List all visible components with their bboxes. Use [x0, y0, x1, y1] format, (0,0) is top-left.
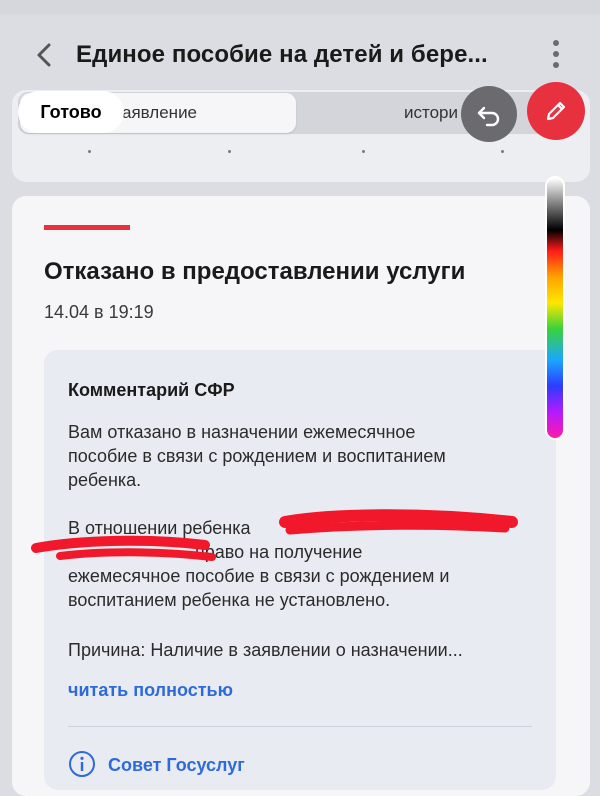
scroll-dot [362, 150, 365, 153]
comment-line: ребенка. [68, 470, 142, 490]
comment-line: Вам отказано в назначении ежемесячное [68, 422, 416, 442]
more-vertical-icon[interactable] [548, 40, 564, 74]
tip-link[interactable]: Совет Госуслуг [108, 755, 245, 776]
comment-line: пособие в связи с рождением и воспитание… [68, 446, 446, 466]
pen-tool-button[interactable] [527, 82, 585, 140]
scroll-dot [88, 150, 91, 153]
comment-line: право на получение [195, 542, 363, 562]
status-accent-bar [44, 225, 130, 230]
page-title: Единое пособие на детей и бере... [76, 41, 488, 68]
status-date: 14.04 в 19:19 [44, 302, 154, 322]
comment-line: В отношении ребенка [68, 518, 251, 538]
chevron-left-icon[interactable] [30, 40, 60, 70]
scroll-dot [501, 150, 504, 153]
pencil-icon [546, 101, 566, 121]
color-palette-slider[interactable] [545, 176, 565, 440]
tab-application-label[interactable]: аявление [122, 103, 197, 123]
comment-title: Комментарий СФР [68, 380, 235, 400]
status-title: Отказано в предоставлении услуги [44, 258, 466, 285]
comment-line: ежемесячное пособие в связи с рождением … [68, 566, 450, 586]
header: Единое пособие на детей и бере... [0, 22, 600, 92]
undo-icon [477, 106, 500, 127]
divider [68, 726, 532, 727]
comment-line: Причина: Наличие в заявлении о назначени… [68, 640, 463, 660]
tab-history-label[interactable]: истори [404, 103, 458, 123]
scroll-dot [228, 150, 231, 153]
done-button[interactable]: Готово [18, 91, 124, 133]
read-more-link[interactable]: читать полностью [68, 680, 233, 701]
info-icon [69, 751, 95, 777]
status-bar [0, 0, 600, 14]
undo-button[interactable] [461, 86, 517, 142]
comment-line: воспитанием ребенка не установлено. [68, 590, 391, 610]
